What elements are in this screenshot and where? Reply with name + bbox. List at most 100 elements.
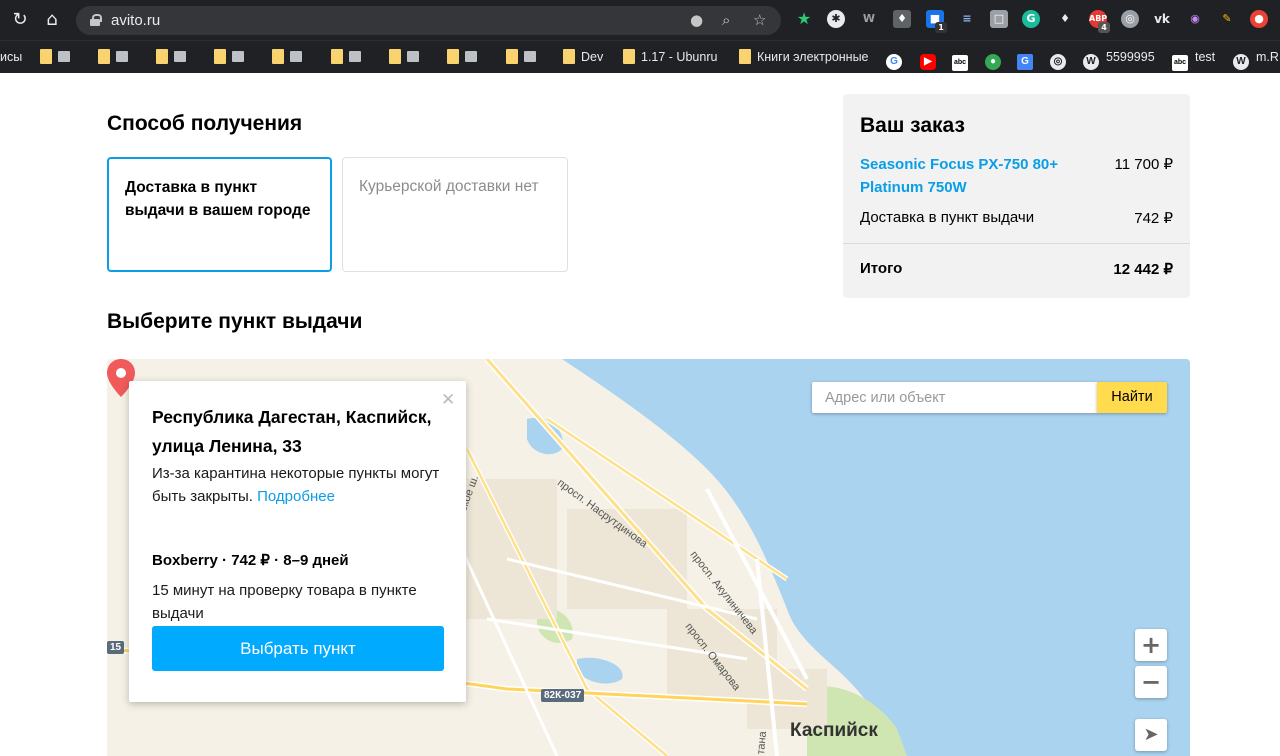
- delivery-label: Доставка в пункт выдачи: [860, 209, 1035, 226]
- youtube-icon: ▶: [920, 54, 936, 70]
- extension-count-badge: 1: [935, 22, 947, 33]
- site-icon: abc: [1172, 55, 1188, 71]
- folder-icon: [214, 49, 226, 64]
- bookmark-test[interactable]: abc test: [1172, 47, 1215, 71]
- road-number-badge: 82К-037: [541, 689, 585, 702]
- bookmark-maps[interactable]: ●: [985, 47, 1008, 70]
- star-icon[interactable]: ☆: [753, 11, 766, 29]
- bookmark-folder-6[interactable]: [331, 47, 369, 67]
- bookmark-translate[interactable]: G: [1017, 47, 1040, 70]
- address-bar[interactable]: avito.ru ● ⌕ ☆: [76, 6, 781, 35]
- wordpress-icon: W: [1083, 54, 1099, 70]
- folder-icon: [40, 49, 52, 64]
- courier-delivery-option: Курьерской доставки нет: [342, 157, 568, 272]
- product-price: 11 700 ₽: [1114, 156, 1173, 173]
- folder-icon: [506, 49, 518, 64]
- map-search-button[interactable]: Найти: [1097, 382, 1167, 413]
- zoom-icon[interactable]: ⌕: [722, 11, 730, 29]
- bookmark-globe[interactable]: ◎: [1050, 47, 1073, 70]
- road-number-badge: 15: [107, 641, 125, 654]
- folder-icon: [623, 49, 635, 64]
- bookmark-folder-8[interactable]: [447, 47, 485, 67]
- folder-icon: [156, 49, 168, 64]
- shield-extension-icon[interactable]: ♦: [1056, 10, 1074, 28]
- google-icon: G: [886, 54, 902, 70]
- bookmark-cut[interactable]: исы: [0, 47, 22, 67]
- wifi-extension-icon[interactable]: ≡: [958, 10, 976, 28]
- bookmark-youtube[interactable]: ▶: [920, 47, 943, 70]
- street-label: тана: [755, 730, 769, 756]
- search-icon: [465, 51, 477, 62]
- globe-icon: ◎: [1050, 54, 1066, 70]
- maps-icon: ●: [985, 54, 1001, 70]
- pencil-extension-icon[interactable]: ✎: [1218, 10, 1236, 28]
- bookmark-folder-4[interactable]: [214, 47, 252, 67]
- total-label: Итого: [860, 260, 903, 277]
- owl-extension-icon[interactable]: ◉: [1186, 10, 1204, 28]
- geolocation-button[interactable]: ➤: [1135, 719, 1167, 751]
- lock-icon: [90, 14, 102, 26]
- bookmark-folder-1[interactable]: [40, 47, 78, 67]
- page-icon: [116, 51, 128, 62]
- bookmark-mr[interactable]: Wm.R: [1233, 47, 1279, 70]
- folder-icon: [98, 49, 110, 64]
- pickup-address: Республика Дагестан, Каспийск, улица Лен…: [152, 407, 432, 456]
- site-icon: abc: [952, 55, 968, 71]
- bookmark-books[interactable]: Книги электронные: [739, 47, 869, 67]
- folder-icon: [272, 49, 284, 64]
- map-search-input[interactable]: [812, 382, 1082, 413]
- browser-toolbar: ↻ ⌂ avito.ru ● ⌕ ☆ ★ ✱ W ♦ ■ 1 ≡ □ G ♦ A…: [0, 0, 1280, 40]
- vk-extension-icon[interactable]: vk: [1153, 10, 1171, 28]
- pickup-map[interactable]: просп. Насрутдинова просп. Акулиничева п…: [107, 359, 1190, 756]
- profile-avatar-icon[interactable]: ●: [1250, 10, 1268, 28]
- bag-icon: [174, 51, 186, 62]
- service-info: Boxberry · 742 ₽ · 8–9 дней: [152, 552, 349, 569]
- zoom-in-button[interactable]: +: [1135, 629, 1167, 661]
- green-star-extension-icon[interactable]: ★: [795, 10, 813, 28]
- bookmark-folder-7[interactable]: [389, 47, 427, 67]
- adblock-count-badge: 4: [1098, 22, 1110, 33]
- wordpress-icon: W: [1233, 54, 1249, 70]
- pickup-delivery-option[interactable]: Доставка в пункт выдачи в вашем городе: [107, 157, 332, 272]
- monitor-icon: [58, 51, 70, 62]
- order-title: Ваш заказ: [860, 114, 965, 137]
- translate-icon: G: [1017, 54, 1033, 70]
- inspection-info: 15 минут на проверку товара в пункте выд…: [152, 582, 417, 622]
- quarantine-notice: Из-за карантина некоторые пункты могут б…: [152, 465, 440, 505]
- w-extension-icon[interactable]: W: [860, 10, 878, 28]
- delivery-price: 742 ₽: [1134, 210, 1173, 227]
- robot-extension-icon[interactable]: ♦: [893, 10, 911, 28]
- bookmark-site-1[interactable]: abc: [952, 47, 975, 71]
- url-text: avito.ru: [111, 12, 161, 29]
- bookmark-folder-2[interactable]: [98, 47, 136, 67]
- globe-extension-icon[interactable]: ◎: [1121, 10, 1139, 28]
- product-link[interactable]: Seasonic Focus PX-750 80+ Platinum 750W: [860, 153, 1090, 199]
- circle-extension-icon[interactable]: ✱: [827, 10, 845, 28]
- city-label: Каспийск: [790, 720, 878, 741]
- bookmark-folder-9[interactable]: [506, 47, 544, 67]
- bookmarks-bar: исы Dev 1.17 - Ubunru Книги электронные …: [0, 40, 1280, 73]
- delivery-heading: Способ получения: [107, 112, 303, 135]
- folder-icon: [563, 49, 575, 64]
- blocked-cookie-icon[interactable]: ●: [690, 11, 703, 29]
- reload-icon[interactable]: ↻: [10, 10, 30, 30]
- grammarly-extension-icon[interactable]: G: [1022, 10, 1040, 28]
- bookmark-folder-5[interactable]: [272, 47, 310, 67]
- zoom-out-button[interactable]: −: [1135, 666, 1167, 698]
- folder-icon: [331, 49, 343, 64]
- pickup-point-popup: ✕ Республика Дагестан, Каспийск, улица Л…: [129, 381, 466, 702]
- home-icon[interactable]: ⌂: [42, 10, 62, 30]
- more-info-link[interactable]: Подробнее: [257, 488, 335, 505]
- map-search-box: [812, 382, 1097, 413]
- bookmark-google[interactable]: G: [886, 47, 909, 70]
- bookmark-dev[interactable]: Dev: [563, 47, 603, 67]
- bookmark-wordpress-num[interactable]: W 5599995: [1083, 47, 1155, 70]
- bookmark-folder-3[interactable]: [156, 47, 194, 67]
- bulb-icon: [524, 51, 536, 62]
- order-summary: Ваш заказ Seasonic Focus PX-750 80+ Plat…: [843, 94, 1190, 298]
- select-pickup-button[interactable]: Выбрать пункт: [152, 626, 444, 671]
- screen-extension-icon[interactable]: □: [990, 10, 1008, 28]
- bookmark-ubunru[interactable]: 1.17 - Ubunru: [623, 47, 717, 67]
- folder-icon: [389, 49, 401, 64]
- mail-icon: [290, 51, 302, 62]
